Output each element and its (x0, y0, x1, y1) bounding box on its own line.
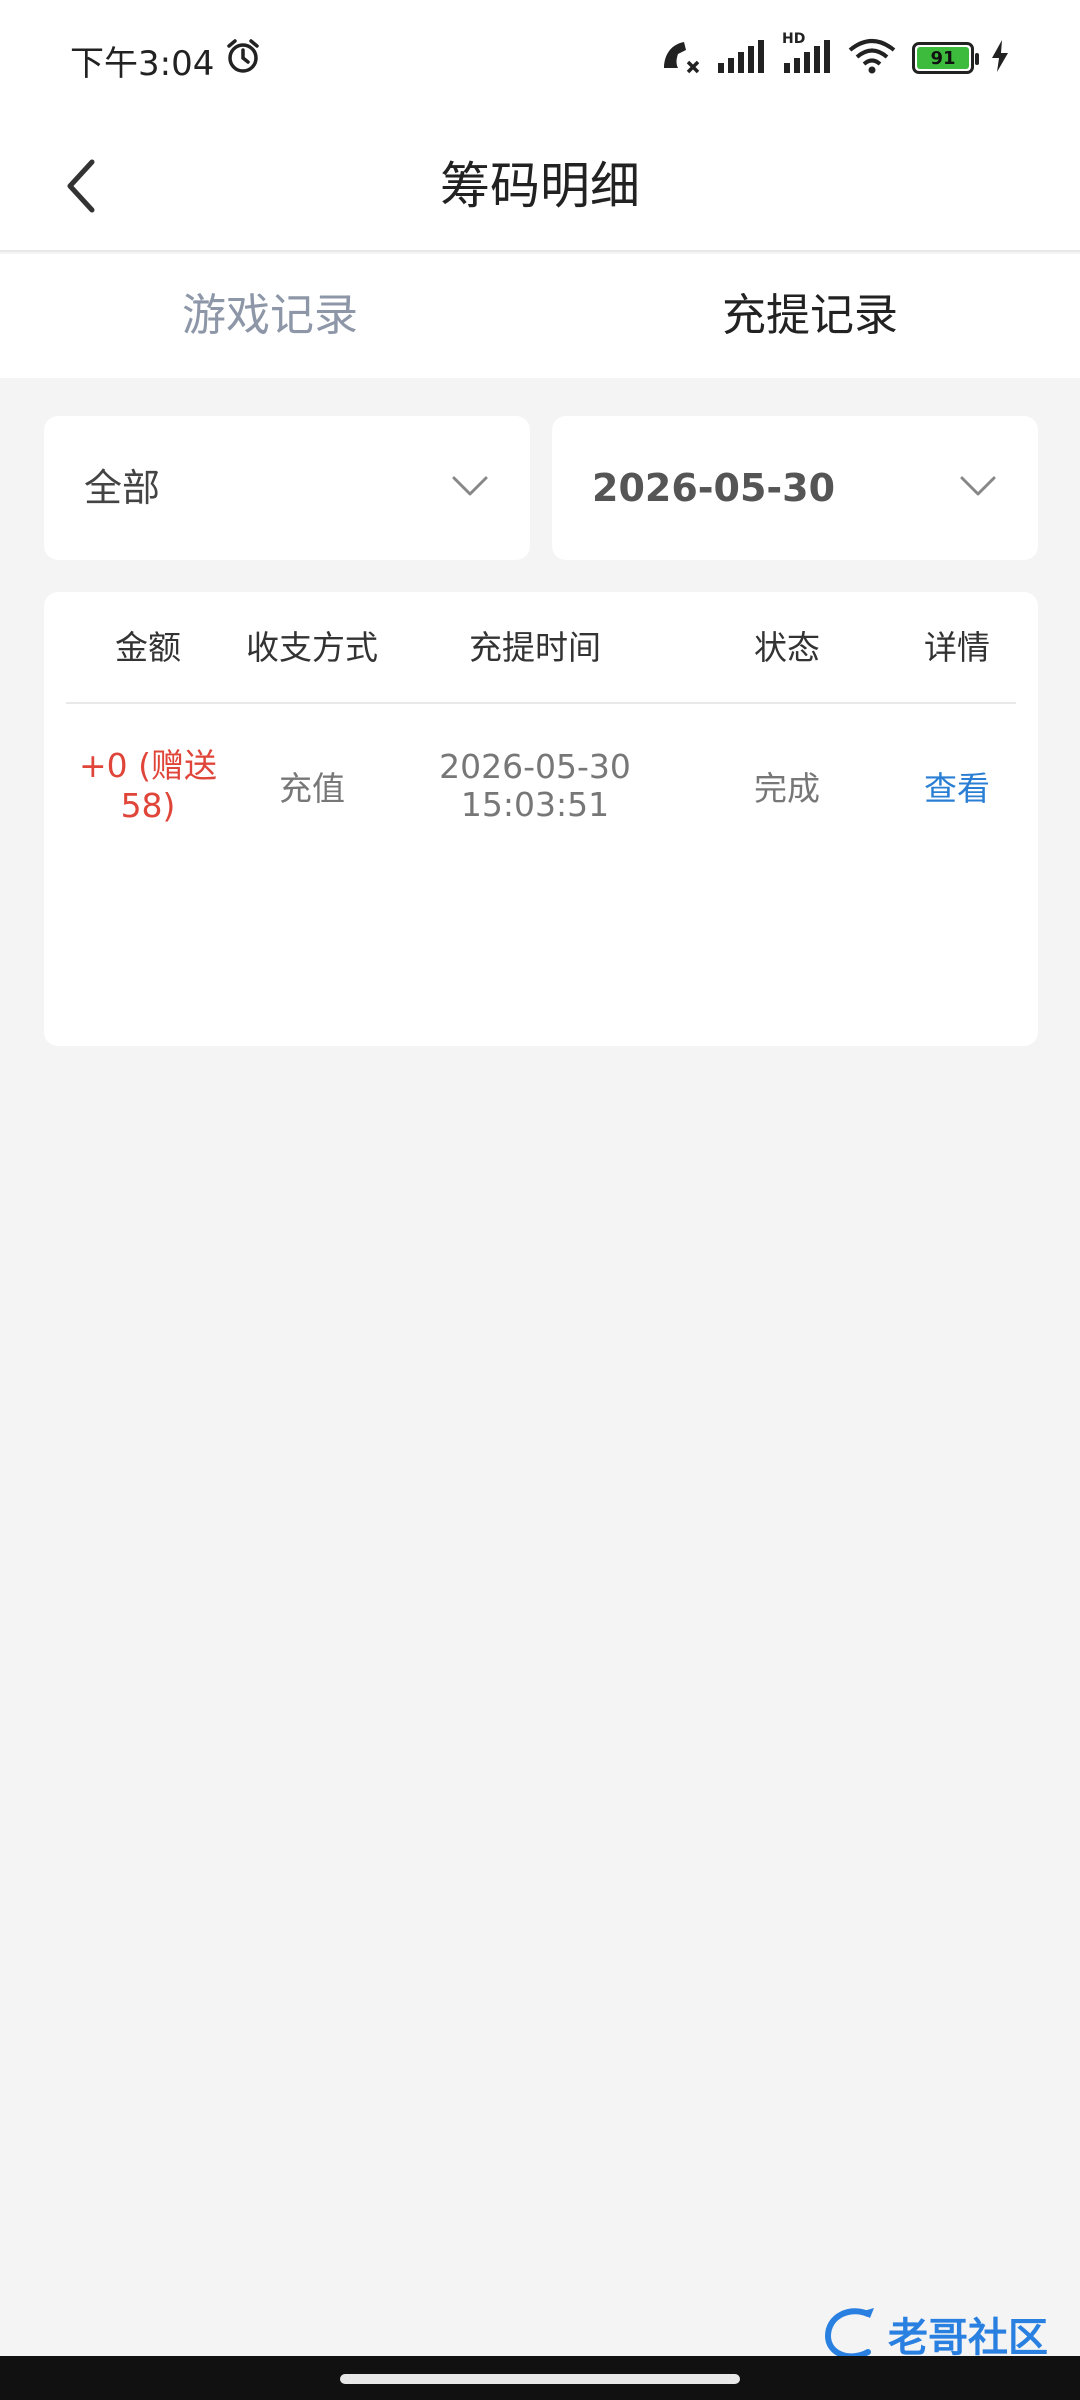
status-bar: 下午3:04 HD 91 (0, 0, 1080, 120)
nav-bar: 筹码明细 (0, 120, 1080, 252)
record-tabs: 游戏记录 充提记录 (0, 254, 1080, 378)
header-details: 详情 (924, 628, 990, 667)
chevron-down-icon (960, 476, 996, 496)
view-details-link[interactable]: 查看 (898, 706, 1016, 866)
signal-hd-icon: HD (782, 31, 832, 77)
page-title: 筹码明细 (440, 157, 640, 215)
row-date: 2026-05-30 (439, 747, 631, 786)
tab-deposit-withdraw-records[interactable]: 充提记录 (540, 254, 1080, 378)
records-table: 金额 收支方式 充提时间 状态 详情 +0 (赠送58) 充值 2026-05-… (44, 592, 1038, 1046)
battery-icon: 91 (912, 42, 979, 74)
table-row: +0 (赠送58) 充值 2026-05-30 15:03:51 完成 查看 (66, 706, 1016, 866)
type-filter-value: 全部 (84, 466, 161, 510)
row-status: 完成 (754, 769, 820, 808)
header-time: 充提时间 (469, 628, 601, 667)
row-datetime: 2026-05-30 15:03:51 (394, 706, 676, 866)
date-filter-select[interactable]: 2026-05-30 (552, 416, 1038, 560)
alarm-icon (224, 37, 262, 84)
status-time-group: 下午3:04 (70, 36, 262, 85)
battery-level: 91 (917, 47, 969, 69)
home-gesture-handle[interactable] (340, 2374, 740, 2384)
dragon-logo-icon (824, 2308, 874, 2360)
type-filter-select[interactable]: 全部 (44, 416, 530, 560)
row-time: 15:03:51 (460, 785, 610, 824)
page: 下午3:04 HD 91 筹码明细 游戏记录 充提记录 全部 2026-05-3… (0, 0, 1080, 2400)
wifi-icon (848, 38, 896, 78)
status-time: 下午3:04 (70, 44, 215, 84)
call-missed-icon (660, 38, 700, 78)
signal-icon (716, 39, 766, 77)
date-filter-value: 2026-05-30 (592, 466, 836, 510)
watermark-text: 老哥社区 (888, 2315, 1048, 2361)
status-icons: HD 91 (660, 31, 1010, 78)
charging-icon (990, 39, 1010, 77)
row-amount: +0 (赠送58) (78, 746, 217, 825)
table-header: 金额 收支方式 充提时间 状态 详情 (66, 592, 1016, 704)
header-status: 状态 (754, 628, 820, 667)
gesture-bar (0, 2356, 1080, 2400)
hd-label: HD (782, 31, 806, 47)
row-method: 充值 (279, 769, 345, 808)
chevron-down-icon (452, 476, 488, 496)
tab-game-records[interactable]: 游戏记录 (0, 254, 540, 378)
header-amount: 金额 (115, 628, 181, 667)
header-method: 收支方式 (246, 628, 378, 667)
